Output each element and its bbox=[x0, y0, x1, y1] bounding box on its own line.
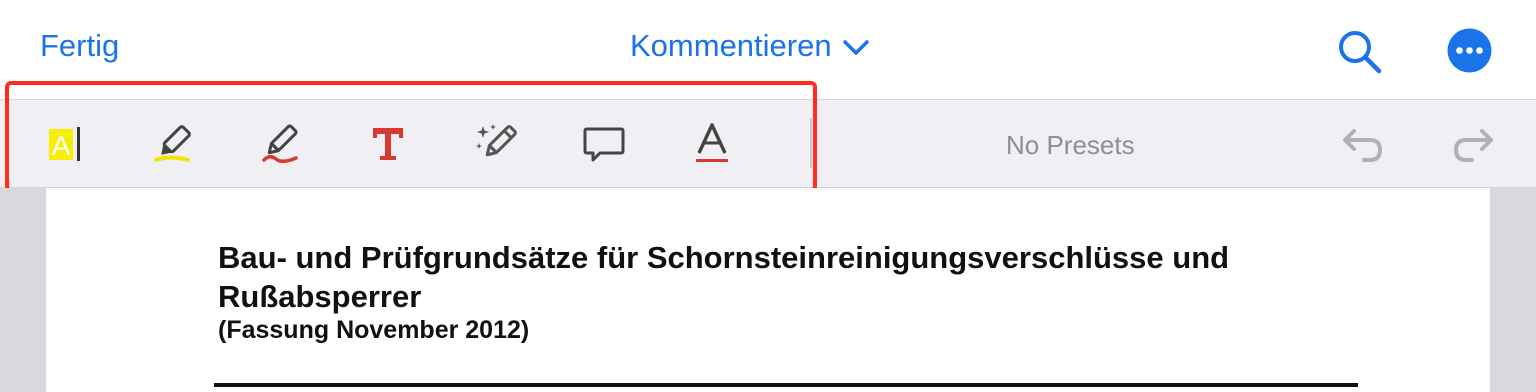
redo-icon[interactable] bbox=[1448, 122, 1496, 170]
pen-icon bbox=[262, 124, 298, 163]
toolbar-divider bbox=[810, 118, 812, 168]
done-button[interactable]: Fertig bbox=[40, 28, 119, 64]
document-canvas[interactable]: Bau- und Prüfgrundsätze für Schornsteinr… bbox=[0, 188, 1536, 392]
top-navigation-bar: Fertig Kommentieren bbox=[0, 0, 1536, 100]
document-subtitle: (Fassung November 2012) bbox=[218, 316, 530, 344]
chevron-down-icon bbox=[842, 40, 869, 55]
svg-text:A: A bbox=[52, 130, 71, 161]
text-highlight-tool[interactable]: A bbox=[40, 120, 88, 168]
document-title: Bau- und Prüfgrundsätze für Schornsteinr… bbox=[218, 240, 1230, 314]
comment-tool[interactable] bbox=[580, 120, 628, 168]
text-highlight-icon: A bbox=[49, 127, 80, 161]
magic-pen-icon bbox=[476, 124, 517, 157]
comment-icon bbox=[583, 127, 625, 162]
text-color-tool[interactable] bbox=[688, 120, 736, 168]
presets-label[interactable]: No Presets bbox=[1006, 130, 1135, 161]
pen-tool[interactable] bbox=[256, 120, 304, 168]
text-tool-icon bbox=[373, 128, 403, 160]
search-icon[interactable] bbox=[1334, 26, 1384, 76]
more-options-icon[interactable] bbox=[1447, 28, 1492, 73]
horizontal-rule bbox=[214, 383, 1358, 387]
mode-selector[interactable]: Kommentieren bbox=[630, 28, 870, 64]
highlighter-pen-icon bbox=[154, 125, 191, 162]
magic-pen-tool[interactable] bbox=[472, 120, 520, 168]
undo-icon[interactable] bbox=[1340, 122, 1388, 170]
text-tool[interactable] bbox=[364, 120, 412, 168]
text-color-icon bbox=[696, 123, 728, 162]
highlighter-tool[interactable] bbox=[148, 120, 196, 168]
annotation-toolbar: A No Presets bbox=[0, 100, 1536, 188]
mode-label: Kommentieren bbox=[630, 28, 832, 63]
document-page[interactable]: Bau- und Prüfgrundsätze für Schornsteinr… bbox=[46, 188, 1490, 392]
